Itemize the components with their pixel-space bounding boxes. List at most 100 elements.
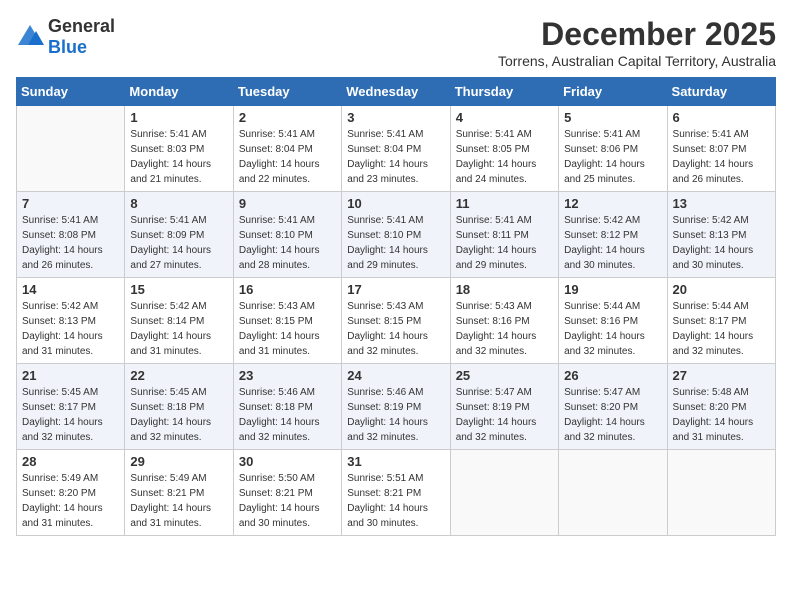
day-number: 6 <box>673 110 770 125</box>
day-info: Sunrise: 5:41 AM Sunset: 8:09 PM Dayligh… <box>130 213 227 273</box>
day-number: 5 <box>564 110 661 125</box>
day-number: 8 <box>130 196 227 211</box>
day-info: Sunrise: 5:41 AM Sunset: 8:06 PM Dayligh… <box>564 127 661 187</box>
calendar-cell: 6 Sunrise: 5:41 AM Sunset: 8:07 PM Daylig… <box>667 106 775 192</box>
day-info: Sunrise: 5:41 AM Sunset: 8:08 PM Dayligh… <box>22 213 119 273</box>
day-number: 11 <box>456 196 553 211</box>
day-number: 9 <box>239 196 336 211</box>
calendar-cell: 4 Sunrise: 5:41 AM Sunset: 8:05 PM Daylig… <box>450 106 558 192</box>
calendar-week-row: 28Sunrise: 5:49 AM Sunset: 8:20 PM Dayli… <box>17 450 776 536</box>
month-title: December 2025 <box>498 16 776 53</box>
calendar-cell: 16Sunrise: 5:43 AM Sunset: 8:15 PM Dayli… <box>233 278 341 364</box>
day-info: Sunrise: 5:43 AM Sunset: 8:16 PM Dayligh… <box>456 299 553 359</box>
day-info: Sunrise: 5:41 AM Sunset: 8:10 PM Dayligh… <box>239 213 336 273</box>
day-info: Sunrise: 5:42 AM Sunset: 8:12 PM Dayligh… <box>564 213 661 273</box>
day-info: Sunrise: 5:41 AM Sunset: 8:07 PM Dayligh… <box>673 127 770 187</box>
calendar-cell: 28Sunrise: 5:49 AM Sunset: 8:20 PM Dayli… <box>17 450 125 536</box>
day-number: 31 <box>347 454 444 469</box>
day-info: Sunrise: 5:42 AM Sunset: 8:13 PM Dayligh… <box>22 299 119 359</box>
day-number: 30 <box>239 454 336 469</box>
calendar-cell: 22Sunrise: 5:45 AM Sunset: 8:18 PM Dayli… <box>125 364 233 450</box>
calendar-table: SundayMondayTuesdayWednesdayThursdayFrid… <box>16 77 776 536</box>
calendar-cell: 18 Sunrise: 5:43 AM Sunset: 8:16 PM Dayli… <box>450 278 558 364</box>
calendar-cell: 29 Sunrise: 5:49 AM Sunset: 8:21 PM Dayli… <box>125 450 233 536</box>
calendar-cell: 3Sunrise: 5:41 AM Sunset: 8:04 PM Daylig… <box>342 106 450 192</box>
day-number: 1 <box>130 110 227 125</box>
calendar-cell: 21Sunrise: 5:45 AM Sunset: 8:17 PM Dayli… <box>17 364 125 450</box>
day-number: 17 <box>347 282 444 297</box>
calendar-cell: 20 Sunrise: 5:44 AM Sunset: 8:17 PM Dayli… <box>667 278 775 364</box>
day-info: Sunrise: 5:49 AM Sunset: 8:20 PM Dayligh… <box>22 471 119 531</box>
title-area: December 2025 Torrens, Australian Capita… <box>498 16 776 69</box>
calendar-cell: 2Sunrise: 5:41 AM Sunset: 8:04 PM Daylig… <box>233 106 341 192</box>
day-number: 16 <box>239 282 336 297</box>
logo: General Blue <box>16 16 115 58</box>
day-number: 27 <box>673 368 770 383</box>
calendar-week-row: 14 Sunrise: 5:42 AM Sunset: 8:13 PM Dayli… <box>17 278 776 364</box>
calendar-cell <box>667 450 775 536</box>
day-number: 7 <box>22 196 119 211</box>
calendar-cell: 17 Sunrise: 5:43 AM Sunset: 8:15 PM Dayli… <box>342 278 450 364</box>
day-info: Sunrise: 5:49 AM Sunset: 8:21 PM Dayligh… <box>130 471 227 531</box>
day-info: Sunrise: 5:44 AM Sunset: 8:16 PM Dayligh… <box>564 299 661 359</box>
weekday-header-friday: Friday <box>559 78 667 106</box>
day-info: Sunrise: 5:44 AM Sunset: 8:17 PM Dayligh… <box>673 299 770 359</box>
day-number: 23 <box>239 368 336 383</box>
calendar-cell: 11 Sunrise: 5:41 AM Sunset: 8:11 PM Dayli… <box>450 192 558 278</box>
location-title: Torrens, Australian Capital Territory, A… <box>498 53 776 69</box>
weekday-header-thursday: Thursday <box>450 78 558 106</box>
weekday-header-monday: Monday <box>125 78 233 106</box>
calendar-cell: 27 Sunrise: 5:48 AM Sunset: 8:20 PM Dayli… <box>667 364 775 450</box>
day-number: 25 <box>456 368 553 383</box>
day-info: Sunrise: 5:51 AM Sunset: 8:21 PM Dayligh… <box>347 471 444 531</box>
day-number: 4 <box>456 110 553 125</box>
day-number: 10 <box>347 196 444 211</box>
calendar-cell: 23 Sunrise: 5:46 AM Sunset: 8:18 PM Dayli… <box>233 364 341 450</box>
calendar-cell <box>17 106 125 192</box>
day-number: 20 <box>673 282 770 297</box>
calendar-cell: 12 Sunrise: 5:42 AM Sunset: 8:12 PM Dayli… <box>559 192 667 278</box>
calendar-cell: 13 Sunrise: 5:42 AM Sunset: 8:13 PM Dayli… <box>667 192 775 278</box>
day-info: Sunrise: 5:42 AM Sunset: 8:14 PM Dayligh… <box>130 299 227 359</box>
day-number: 29 <box>130 454 227 469</box>
calendar-cell: 8 Sunrise: 5:41 AM Sunset: 8:09 PM Daylig… <box>125 192 233 278</box>
day-info: Sunrise: 5:41 AM Sunset: 8:03 PM Dayligh… <box>130 127 227 187</box>
day-info: Sunrise: 5:41 AM Sunset: 8:11 PM Dayligh… <box>456 213 553 273</box>
calendar-cell <box>559 450 667 536</box>
day-info: Sunrise: 5:41 AM Sunset: 8:05 PM Dayligh… <box>456 127 553 187</box>
day-info: Sunrise: 5:46 AM Sunset: 8:18 PM Dayligh… <box>239 385 336 445</box>
logo-icon <box>16 23 44 51</box>
weekday-header-sunday: Sunday <box>17 78 125 106</box>
calendar-cell: 10 Sunrise: 5:41 AM Sunset: 8:10 PM Dayli… <box>342 192 450 278</box>
calendar-cell: 5 Sunrise: 5:41 AM Sunset: 8:06 PM Daylig… <box>559 106 667 192</box>
page-header: General Blue December 2025 Torrens, Aust… <box>16 16 776 69</box>
day-number: 12 <box>564 196 661 211</box>
day-info: Sunrise: 5:47 AM Sunset: 8:20 PM Dayligh… <box>564 385 661 445</box>
day-info: Sunrise: 5:45 AM Sunset: 8:18 PM Dayligh… <box>130 385 227 445</box>
calendar-header-row: SundayMondayTuesdayWednesdayThursdayFrid… <box>17 78 776 106</box>
day-info: Sunrise: 5:48 AM Sunset: 8:20 PM Dayligh… <box>673 385 770 445</box>
day-number: 15 <box>130 282 227 297</box>
day-number: 13 <box>673 196 770 211</box>
day-info: Sunrise: 5:41 AM Sunset: 8:04 PM Dayligh… <box>347 127 444 187</box>
calendar-cell: 9 Sunrise: 5:41 AM Sunset: 8:10 PM Daylig… <box>233 192 341 278</box>
weekday-header-wednesday: Wednesday <box>342 78 450 106</box>
day-number: 14 <box>22 282 119 297</box>
day-number: 26 <box>564 368 661 383</box>
calendar-week-row: 1 Sunrise: 5:41 AM Sunset: 8:03 PM Daylig… <box>17 106 776 192</box>
weekday-header-tuesday: Tuesday <box>233 78 341 106</box>
day-info: Sunrise: 5:47 AM Sunset: 8:19 PM Dayligh… <box>456 385 553 445</box>
day-number: 21 <box>22 368 119 383</box>
calendar-cell: 26 Sunrise: 5:47 AM Sunset: 8:20 PM Dayli… <box>559 364 667 450</box>
logo-general-text: General <box>48 16 115 36</box>
calendar-cell: 14 Sunrise: 5:42 AM Sunset: 8:13 PM Dayli… <box>17 278 125 364</box>
day-number: 24 <box>347 368 444 383</box>
day-number: 18 <box>456 282 553 297</box>
day-info: Sunrise: 5:43 AM Sunset: 8:15 PM Dayligh… <box>347 299 444 359</box>
logo-blue-text: Blue <box>48 37 87 57</box>
calendar-cell: 31 Sunrise: 5:51 AM Sunset: 8:21 PM Dayli… <box>342 450 450 536</box>
day-info: Sunrise: 5:41 AM Sunset: 8:10 PM Dayligh… <box>347 213 444 273</box>
day-info: Sunrise: 5:42 AM Sunset: 8:13 PM Dayligh… <box>673 213 770 273</box>
day-info: Sunrise: 5:46 AM Sunset: 8:19 PM Dayligh… <box>347 385 444 445</box>
calendar-cell <box>450 450 558 536</box>
